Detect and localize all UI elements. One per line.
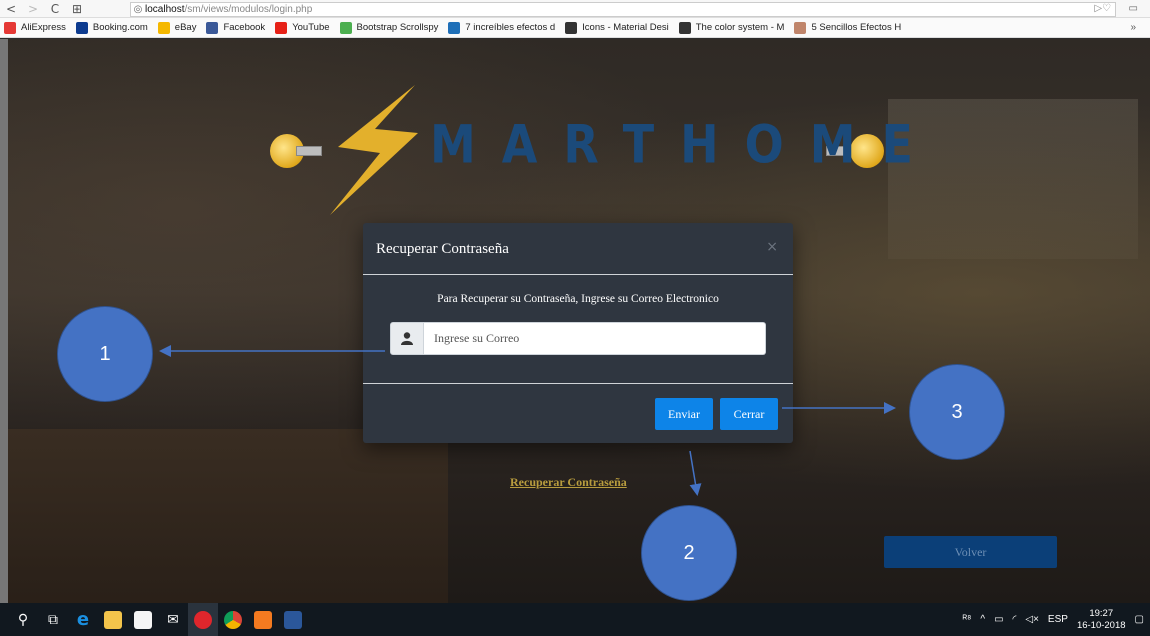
bookmark-item[interactable]: The color system - M bbox=[678, 21, 785, 34]
bulb-socket-left bbox=[296, 146, 322, 156]
bookmark-favicon-icon bbox=[678, 21, 691, 34]
email-field[interactable] bbox=[424, 322, 766, 355]
globe-icon: ◎ bbox=[133, 4, 143, 15]
bookmark-label: Bootstrap Scrollspy bbox=[356, 22, 439, 33]
bookmark-favicon-icon bbox=[565, 21, 578, 34]
bookmarks-more-button[interactable]: » bbox=[1130, 22, 1136, 33]
mail-icon[interactable]: ✉ bbox=[158, 603, 188, 636]
language-indicator[interactable]: ESP bbox=[1048, 614, 1068, 625]
bookmark-label: The color system - M bbox=[695, 22, 785, 33]
bookmark-heart-icon[interactable]: ▷♡ bbox=[1094, 3, 1111, 14]
bookmark-item[interactable]: eBay bbox=[157, 21, 197, 34]
bookmark-label: Icons - Material Desi bbox=[582, 22, 669, 33]
bookmark-label: 5 Sencillos Efectos H bbox=[811, 22, 902, 33]
speed-dial-icon[interactable]: ⊞ bbox=[66, 2, 88, 16]
annotation-badge-3: 3 bbox=[909, 364, 1005, 460]
bookmark-label: YouTube bbox=[292, 22, 330, 33]
clock-time: 19:27 bbox=[1089, 607, 1114, 619]
bookmark-item[interactable]: AliExpress bbox=[4, 21, 66, 34]
chrome-browser-icon[interactable] bbox=[218, 603, 248, 636]
system-tray: ᴿ⁸ ^ ▭ ◜ ◁× ESP 19:27 16-10-2018 ▢ bbox=[954, 603, 1144, 636]
task-view-icon[interactable]: ⧉ bbox=[38, 603, 68, 636]
xampp-icon[interactable] bbox=[248, 603, 278, 636]
bookmark-favicon-icon bbox=[4, 21, 16, 34]
chevron-up-icon[interactable]: ^ bbox=[980, 614, 985, 625]
email-input-group bbox=[390, 322, 766, 355]
volume-icon[interactable]: ◁× bbox=[1025, 614, 1039, 625]
bookmark-label: Booking.com bbox=[92, 22, 148, 33]
clock[interactable]: 19:27 16-10-2018 bbox=[1077, 608, 1126, 632]
send-button[interactable]: Enviar bbox=[655, 398, 713, 430]
back-icon[interactable]: < bbox=[0, 2, 22, 16]
bookmarks-bar: AliExpress Booking.com eBay Facebook YouTube… bbox=[0, 18, 1150, 38]
recover-password-modal: Recuperar Contraseña × Para Recuperar su… bbox=[363, 223, 793, 443]
bookmark-item[interactable]: Facebook bbox=[206, 21, 266, 34]
bookmark-item[interactable]: 7 increíbles efectos d bbox=[448, 21, 556, 34]
modal-title: Recuperar Contraseña bbox=[376, 241, 509, 257]
forward-icon[interactable]: > bbox=[22, 2, 44, 16]
modal-footer-divider bbox=[363, 383, 793, 384]
url-host: localhost bbox=[145, 4, 185, 15]
bookmark-item[interactable]: Bootstrap Scrollspy bbox=[339, 21, 439, 34]
annotation-badge-1: 1 bbox=[57, 306, 153, 402]
screen: < > C ⊞ ◎ localhost/sm/views/modulos/log… bbox=[0, 0, 1150, 636]
file-explorer-icon[interactable] bbox=[98, 603, 128, 636]
modal-header-divider bbox=[363, 274, 793, 275]
bookmark-favicon-icon bbox=[794, 21, 807, 34]
edge-browser-icon[interactable]: e bbox=[68, 603, 98, 636]
user-icon bbox=[390, 322, 424, 355]
clock-date: 16-10-2018 bbox=[1076, 619, 1126, 631]
word-icon[interactable] bbox=[278, 603, 308, 636]
back-button[interactable]: Volver bbox=[884, 536, 1057, 568]
browser-address-bar: < > C ⊞ ◎ localhost/sm/views/modulos/log… bbox=[0, 0, 1150, 18]
people-icon[interactable]: ᴿ⁸ bbox=[963, 614, 972, 625]
bookmark-label: Facebook bbox=[223, 22, 266, 33]
bookmark-favicon-icon bbox=[339, 21, 352, 34]
opera-browser-icon[interactable] bbox=[188, 603, 218, 636]
url-field[interactable]: ◎ localhost/sm/views/modulos/login.php ▷… bbox=[130, 2, 1116, 17]
bookmark-favicon-icon bbox=[157, 21, 170, 34]
lightning-bolt-logo-icon bbox=[330, 85, 418, 215]
reload-icon[interactable]: C bbox=[44, 2, 66, 16]
close-icon[interactable]: × bbox=[766, 239, 778, 255]
bookmark-label: AliExpress bbox=[21, 22, 66, 33]
bookmark-item[interactable]: 5 Sencillos Efectos H bbox=[794, 21, 902, 34]
logo-text: MARTHOME bbox=[430, 112, 939, 176]
battery-extension-icon[interactable]: ▭ bbox=[1129, 3, 1138, 14]
bookmark-favicon-icon bbox=[75, 21, 88, 34]
bookmark-favicon-icon bbox=[206, 21, 219, 34]
url-path: /sm/views/modulos/login.php bbox=[184, 4, 313, 15]
bookmark-favicon-icon bbox=[275, 21, 288, 34]
bookmark-label: 7 increíbles efectos d bbox=[465, 22, 556, 33]
modal-message: Para Recuperar su Contraseña, Ingrese su… bbox=[437, 293, 719, 305]
taskbar: ⚲ ⧉ e ✉ ᴿ⁸ ^ ▭ ◜ ◁× ESP 19:27 16-10-2018… bbox=[0, 603, 1150, 636]
search-icon[interactable]: ⚲ bbox=[8, 603, 38, 636]
close-button[interactable]: Cerrar bbox=[720, 398, 778, 430]
annotation-badge-2: 2 bbox=[641, 505, 737, 601]
notifications-icon[interactable]: ▢ bbox=[1135, 614, 1144, 625]
bookmark-label: eBay bbox=[174, 22, 197, 33]
bookmark-item[interactable]: Icons - Material Desi bbox=[565, 21, 669, 34]
recover-password-link[interactable]: Recuperar Contraseña bbox=[510, 475, 627, 490]
bookmark-item[interactable]: YouTube bbox=[275, 21, 330, 34]
store-icon[interactable] bbox=[128, 603, 158, 636]
sidebar-edge bbox=[0, 39, 8, 603]
bookmark-favicon-icon bbox=[448, 21, 461, 34]
bookmark-item[interactable]: Booking.com bbox=[75, 21, 148, 34]
wifi-icon[interactable]: ◜ bbox=[1013, 614, 1017, 625]
battery-icon[interactable]: ▭ bbox=[994, 614, 1003, 625]
